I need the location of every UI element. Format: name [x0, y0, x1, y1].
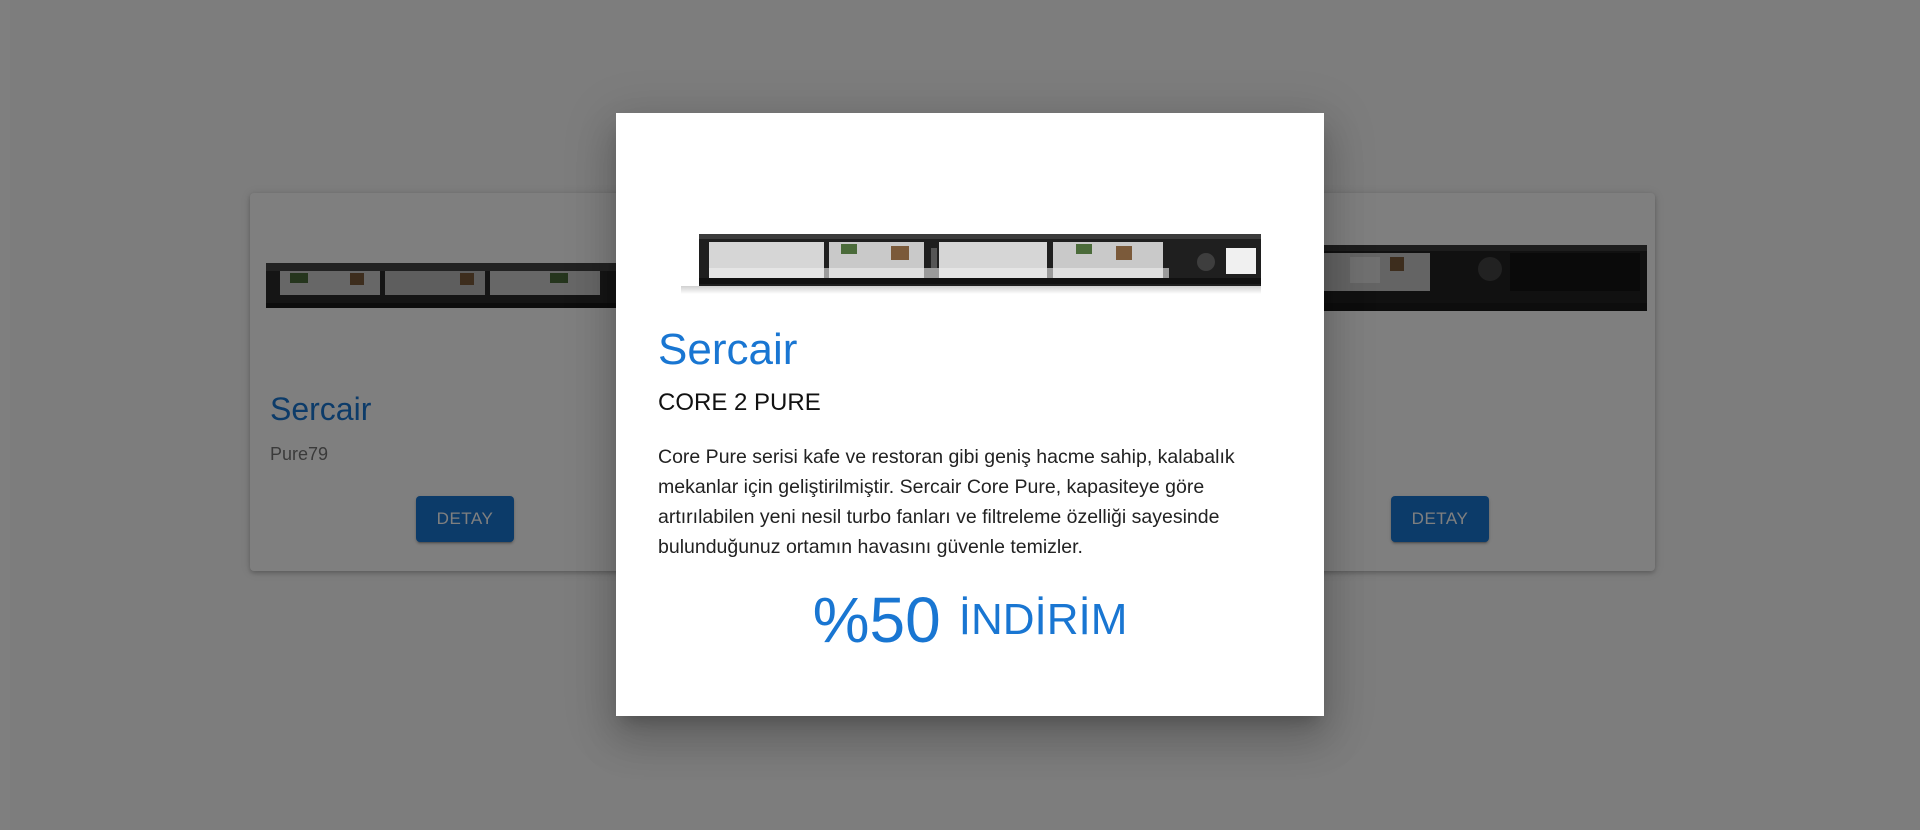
discount-label: İNDİRİM — [958, 595, 1128, 644]
product-image — [681, 234, 1261, 294]
dialog-brand-title: Sercair — [658, 325, 798, 374]
dialog-description: Core Pure serisi kafe ve restoran gibi g… — [658, 446, 1235, 558]
product-detail-dialog: Sercair CORE 2 PURE Core Pure serisi kaf… — [616, 113, 1324, 716]
discount-value: %50 — [812, 584, 941, 656]
dialog-model-name: CORE 2 PURE — [658, 389, 821, 416]
discount-banner: %50 İNDİRİM — [616, 583, 1324, 657]
